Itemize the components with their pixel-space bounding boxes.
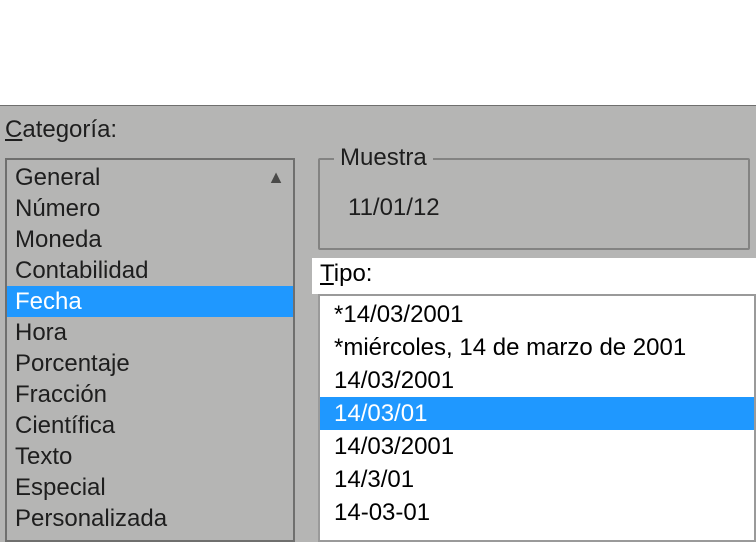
categoria-item[interactable]: Científica (7, 410, 293, 441)
scroll-up-icon[interactable]: ▲ (263, 164, 289, 190)
categoria-item[interactable]: General (7, 162, 293, 193)
tipo-item[interactable]: 14-03-01 (320, 496, 754, 529)
categoria-item[interactable]: Porcentaje (7, 348, 293, 379)
categoria-listbox[interactable]: ▲ GeneralNúmeroMonedaContabilidadFechaHo… (5, 158, 295, 542)
tipo-item[interactable]: *14/03/2001 (320, 298, 754, 331)
tipo-label: Tipo: (318, 260, 374, 288)
tipo-item[interactable]: 14/03/2001 (320, 364, 754, 397)
categoria-item[interactable]: Texto (7, 441, 293, 472)
tipo-item[interactable]: 14/03/2001 (320, 430, 754, 463)
muestra-groupbox: Muestra 11/01/12 (318, 158, 750, 250)
categoria-item[interactable]: Número (7, 193, 293, 224)
categoria-item[interactable]: Hora (7, 317, 293, 348)
categoria-item[interactable]: Moneda (7, 224, 293, 255)
categoria-item[interactable]: Fracción (7, 379, 293, 410)
tipo-item[interactable]: *miércoles, 14 de marzo de 2001 (320, 331, 754, 364)
muestra-label: Muestra (334, 144, 433, 172)
tipo-item[interactable]: 14/03/01 (320, 397, 754, 430)
categoria-item[interactable]: Fecha (7, 286, 293, 317)
muestra-value: 11/01/12 (348, 194, 440, 222)
categoria-item[interactable]: Especial (7, 472, 293, 503)
tipo-panel-bg (312, 258, 756, 294)
tipo-listbox[interactable]: *14/03/2001*miércoles, 14 de marzo de 20… (318, 294, 756, 542)
tipo-item[interactable]: 14/3/01 (320, 463, 754, 496)
categoria-item[interactable]: Contabilidad (7, 255, 293, 286)
categoria-label: Categoría: (5, 116, 117, 144)
categoria-item[interactable]: Personalizada (7, 503, 293, 534)
